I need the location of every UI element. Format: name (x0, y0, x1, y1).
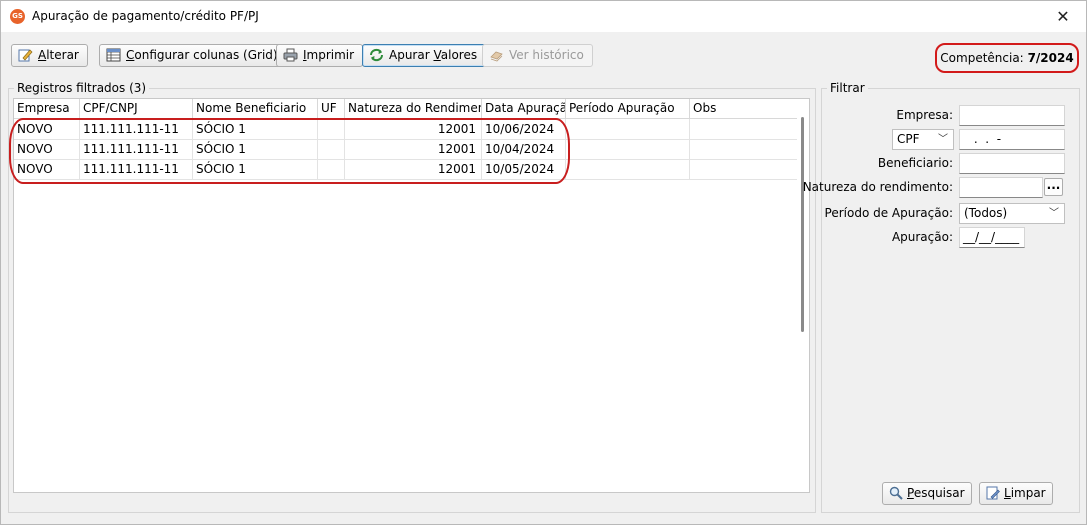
limpar-label: impar (1010, 486, 1046, 500)
ver-historico-label: Ver histórico (509, 48, 584, 62)
empresa-label: Empresa: (896, 108, 953, 122)
table-row[interactable]: NOVO 111.111.111-11 SÓCIO 1 12001 10/05/2024 (14, 159, 799, 180)
table-cell: 111.111.111-11 (80, 139, 193, 159)
doc-type-select[interactable]: CPF ﹀ (892, 129, 954, 150)
grid-header: Empresa CPF/CNPJ Nome Beneficiario UF Nature… (14, 99, 799, 119)
cpf-cnpj-input[interactable]: . . - (959, 129, 1065, 150)
ver-historico-button[interactable]: Ver histórico (482, 44, 593, 67)
table-cell (318, 139, 345, 159)
table-cell: NOVO (14, 159, 80, 179)
competencia-label: Competência: (940, 51, 1024, 65)
title-bar: GS Apuração de pagamento/crédito PF/PJ ✕ (1, 1, 1086, 32)
alterar-label: lterar (46, 48, 79, 62)
pesquisar-mnemonic: P (907, 486, 914, 500)
close-button[interactable]: ✕ (1040, 1, 1086, 32)
table-cell (566, 159, 690, 179)
limpar-mnemonic: L (1004, 486, 1011, 500)
window-title: Apuração de pagamento/crédito PF/PJ (32, 9, 259, 23)
natureza-lookup-button[interactable]: ... (1044, 178, 1063, 196)
periodo-label: Período de Apuração: (824, 206, 953, 220)
app-logo-icon: GS (10, 9, 25, 24)
limpar-button[interactable]: Limpar (979, 482, 1053, 505)
pesquisar-label: esquisar (913, 486, 965, 500)
pesquisar-button[interactable]: Pesquisar (882, 482, 972, 505)
beneficiario-input[interactable] (959, 153, 1065, 174)
table-cell: NOVO (14, 119, 80, 139)
imprimir-label: mprimir (306, 48, 355, 62)
apuracao-input[interactable]: __/__/____ (959, 227, 1025, 248)
apurar-mnemonic: V (433, 48, 441, 62)
table-cell: 12001 (345, 159, 482, 179)
table-cell (318, 159, 345, 179)
table-cell: 111.111.111-11 (80, 119, 193, 139)
column-header[interactable]: Natureza do Rendimento (345, 99, 482, 118)
table-cell: 12001 (345, 119, 482, 139)
table-cell (566, 119, 690, 139)
dialog-window: GS Apuração de pagamento/crédito PF/PJ ✕… (0, 0, 1087, 525)
competencia-value: 7/2024 (1027, 51, 1074, 65)
apurar-valores-button[interactable]: Apurar Valores (362, 44, 487, 67)
apurar-label-pre: Apurar (389, 48, 434, 62)
natureza-label: Natureza do rendimento: (802, 180, 953, 194)
periodo-select[interactable]: (Todos) ﹀ (959, 203, 1065, 224)
column-header[interactable]: Empresa (14, 99, 80, 118)
table-cell: 12001 (345, 139, 482, 159)
grid-icon (106, 48, 121, 62)
table-cell: SÓCIO 1 (193, 139, 318, 159)
table-cell (318, 119, 345, 139)
alterar-mnemonic: A (38, 48, 47, 62)
vertical-scrollbar[interactable] (797, 99, 809, 492)
table-cell: 10/04/2024 (482, 139, 566, 159)
table-row[interactable]: NOVO 111.111.111-11 SÓCIO 1 12001 10/06/2024 (14, 119, 799, 140)
printer-icon (283, 48, 298, 62)
apurar-label-rest: alores (440, 48, 478, 62)
records-grid[interactable]: Empresa CPF/CNPJ Nome Beneficiario UF Nature… (13, 98, 810, 493)
apuracao-label: Apuração: (891, 230, 953, 244)
column-header[interactable]: CPF/CNPJ (80, 99, 193, 118)
refresh-icon (369, 48, 384, 62)
filtrar-group-label: Filtrar (827, 81, 868, 95)
filtrar-group: Filtrar (821, 81, 1080, 513)
column-header[interactable]: Obs (690, 99, 799, 118)
table-cell: 111.111.111-11 (80, 159, 193, 179)
natureza-input[interactable] (959, 177, 1043, 198)
beneficiario-label: Beneficiario: (877, 156, 953, 170)
column-header[interactable]: Período Apuração (566, 99, 690, 118)
history-icon (489, 48, 504, 62)
chevron-down-icon: ﹀ (1049, 208, 1059, 219)
column-header[interactable]: Data Apuração (482, 99, 566, 118)
configurar-label: onfigurar colunas (Grid) (134, 48, 278, 62)
column-header[interactable]: Nome Beneficiario (193, 99, 318, 118)
configurar-colunas-button[interactable]: Configurar colunas (Grid) (99, 44, 287, 67)
table-cell (690, 139, 799, 159)
alterar-button[interactable]: Alterar (11, 44, 88, 67)
table-cell: 10/06/2024 (482, 119, 566, 139)
table-cell: NOVO (14, 139, 80, 159)
imprimir-button[interactable]: Imprimir (276, 44, 364, 67)
search-icon (889, 486, 903, 500)
chevron-down-icon: ﹀ (938, 134, 948, 145)
table-cell (690, 119, 799, 139)
empresa-input[interactable] (959, 105, 1065, 126)
table-cell: SÓCIO 1 (193, 159, 318, 179)
table-cell: 10/05/2024 (482, 159, 566, 179)
periodo-value: (Todos) (964, 206, 1008, 220)
close-icon: ✕ (1056, 7, 1070, 26)
competencia-badge: Competência: 7/2024 (935, 43, 1079, 73)
doc-type-value: CPF (897, 132, 920, 146)
edit-icon (18, 48, 33, 62)
table-cell (690, 159, 799, 179)
clear-icon (986, 486, 1000, 500)
table-cell: SÓCIO 1 (193, 119, 318, 139)
column-header[interactable]: UF (318, 99, 345, 118)
table-row[interactable]: NOVO 111.111.111-11 SÓCIO 1 12001 10/04/2024 (14, 139, 799, 160)
table-cell (566, 139, 690, 159)
registros-group-label: Registros filtrados (3) (14, 81, 150, 95)
vertical-scroll-thumb[interactable] (801, 117, 804, 332)
